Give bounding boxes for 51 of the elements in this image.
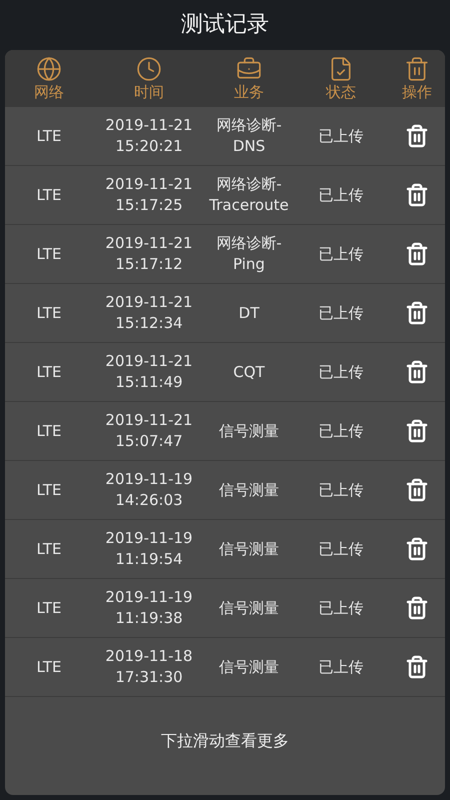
network-cell-text: LTE bbox=[36, 420, 62, 442]
status-cell-text: 已上传 bbox=[318, 656, 364, 678]
network-cell-text: LTE bbox=[36, 184, 62, 206]
status-cell-text: 已上传 bbox=[318, 362, 364, 382]
column-header: 操作 bbox=[402, 82, 432, 102]
briefcase-icon bbox=[236, 56, 262, 82]
column-header: 网络 bbox=[34, 82, 64, 102]
status-cell-text: 已上传 bbox=[318, 480, 364, 500]
clock-icon bbox=[136, 56, 162, 82]
trash-icon bbox=[404, 56, 430, 82]
network-cell-text: LTE bbox=[36, 480, 62, 500]
status-cell-text: 已上传 bbox=[318, 598, 364, 618]
time-cell-text: 2019-11-21 15:17:25 bbox=[104, 174, 194, 216]
service-cell-text: 网络诊断- Ping bbox=[215, 233, 283, 275]
time-cell-text: 2019-11-18 17:31:30 bbox=[104, 646, 194, 688]
network-cell-text: LTE bbox=[36, 656, 62, 678]
service-cell-text: 网络诊断- DNS bbox=[215, 115, 283, 157]
network-cell-text: LTE bbox=[36, 598, 62, 618]
service-cell-text: 信号测量 bbox=[218, 420, 280, 442]
time-cell-text: 2019-11-21 15:12:34 bbox=[104, 292, 194, 334]
service-cell-text: CQT bbox=[232, 362, 266, 382]
service-cell-text: 信号测量 bbox=[218, 480, 280, 500]
status-cell-text: 已上传 bbox=[318, 302, 364, 324]
page-title: 测试记录 bbox=[181, 11, 269, 39]
status-cell-text: 已上传 bbox=[318, 244, 364, 264]
time-cell-text: 2019-11-21 15:20:21 bbox=[104, 115, 194, 157]
status-cell-text: 已上传 bbox=[318, 420, 364, 442]
network-cell-text: LTE bbox=[36, 538, 62, 560]
column-header: 业务 bbox=[234, 82, 264, 102]
time-cell-text: 2019-11-21 15:11:49 bbox=[104, 351, 194, 393]
network-cell-text: LTE bbox=[36, 126, 62, 146]
status-cell-text: 已上传 bbox=[318, 126, 364, 146]
status-cell-text: 已上传 bbox=[318, 538, 364, 560]
service-cell-text: DT bbox=[238, 302, 260, 324]
service-cell-text: 信号测量 bbox=[218, 598, 280, 618]
time-cell-text: 2019-11-19 11:19:38 bbox=[104, 587, 194, 629]
status-cell-text: 已上传 bbox=[318, 184, 364, 206]
service-cell-text: 信号测量 bbox=[218, 538, 280, 560]
globe-icon bbox=[36, 56, 62, 82]
column-header: 时间 bbox=[134, 82, 164, 102]
column-header: 状态 bbox=[326, 82, 356, 102]
service-cell-text: 网络诊断- Traceroute bbox=[208, 174, 290, 216]
time-cell-text: 2019-11-21 15:17:12 bbox=[104, 233, 194, 275]
network-cell-text: LTE bbox=[36, 244, 62, 264]
time-cell-text: 2019-11-19 14:26:03 bbox=[104, 469, 194, 511]
network-cell-text: LTE bbox=[36, 302, 62, 324]
load-more-hint: 下拉滑动查看更多 bbox=[161, 731, 289, 752]
service-cell-text: 信号测量 bbox=[218, 656, 280, 678]
time-cell-text: 2019-11-21 15:07:47 bbox=[104, 410, 194, 452]
time-cell-text: 2019-11-19 11:19:54 bbox=[104, 528, 194, 570]
network-cell-text: LTE bbox=[36, 362, 62, 382]
